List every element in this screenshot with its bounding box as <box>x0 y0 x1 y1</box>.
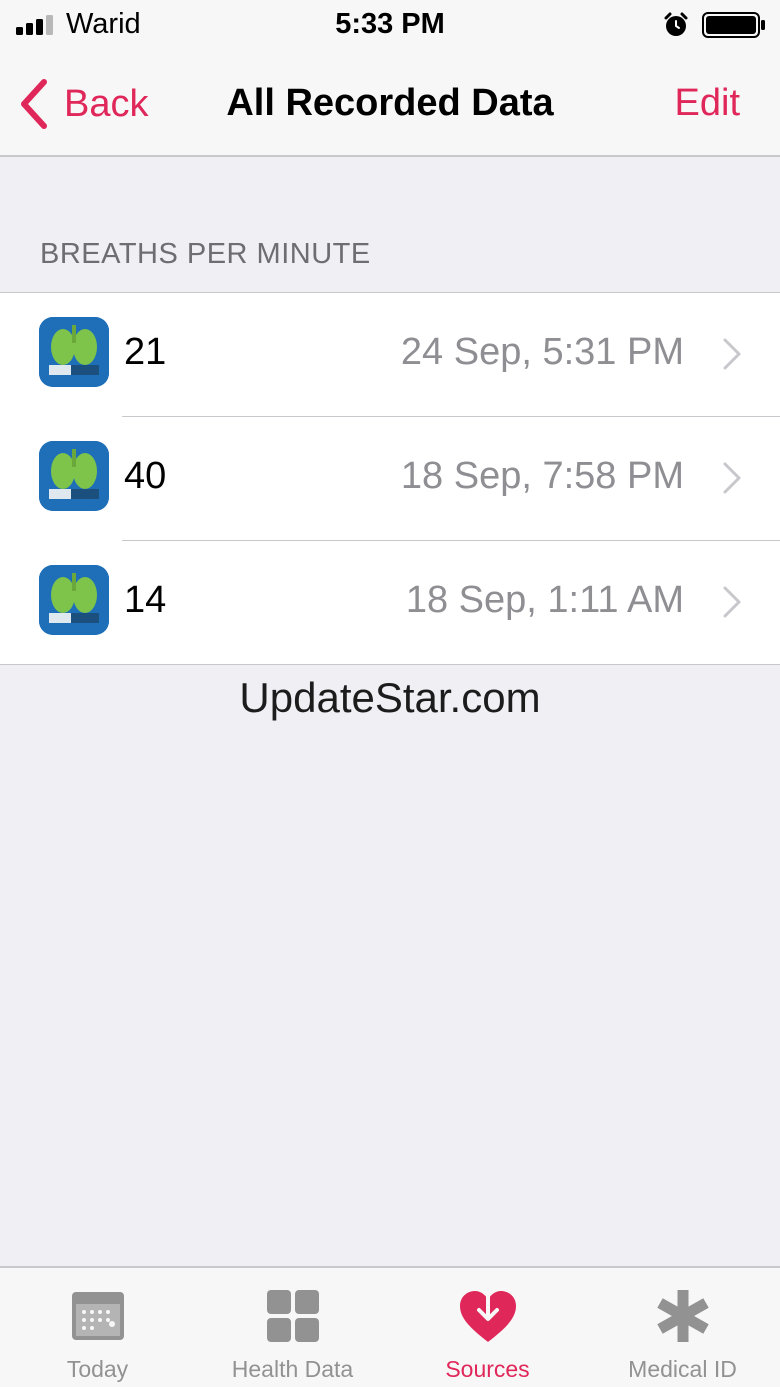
records-list: 21 24 Sep, 5:31 PM 40 18 Sep, 7:58 PM 14… <box>0 292 780 665</box>
tab-health-data[interactable]: Health Data <box>195 1268 390 1387</box>
navigation-bar: Back All Recorded Data Edit <box>0 52 780 157</box>
tab-sources[interactable]: Sources <box>390 1268 585 1387</box>
tab-medical-id[interactable]: Medical ID <box>585 1268 780 1387</box>
section-header: BREATHS PER MINUTE <box>40 238 371 270</box>
tab-label: Health Data <box>231 1356 354 1382</box>
record-date: 24 Sep, 5:31 PM <box>400 331 684 373</box>
watermark: UpdateStar.com <box>239 674 541 721</box>
tab-bar: Today Health Data Sources Medical ID <box>0 1266 780 1387</box>
record-date: 18 Sep, 7:58 PM <box>400 455 684 497</box>
asterisk-icon <box>656 1290 709 1342</box>
alarm-clock-icon <box>664 12 688 36</box>
grid-icon <box>266 1290 319 1342</box>
list-item[interactable]: 40 18 Sep, 7:58 PM <box>0 417 780 541</box>
record-value: 40 <box>124 455 167 497</box>
calendar-icon <box>71 1292 124 1340</box>
page-title: All Recorded Data <box>226 82 554 124</box>
heart-arrow-icon <box>459 1286 516 1342</box>
chevron-right-icon <box>723 462 741 494</box>
tab-today[interactable]: Today <box>0 1268 195 1387</box>
chevron-right-icon <box>723 338 741 370</box>
list-item[interactable]: 21 24 Sep, 5:31 PM <box>0 293 780 417</box>
record-value: 21 <box>124 331 167 373</box>
battery-full-icon <box>702 12 765 38</box>
edit-button[interactable]: Edit <box>675 82 740 125</box>
record-value: 14 <box>124 579 167 621</box>
tab-label: Sources <box>445 1356 530 1382</box>
tab-label: Today <box>66 1356 129 1382</box>
breath-app-icon <box>39 317 109 387</box>
tab-label: Medical ID <box>628 1356 737 1382</box>
screen: Warid 5:33 PM Back All Recorded Data Edi… <box>0 0 780 1387</box>
record-date: 18 Sep, 1:11 AM <box>405 579 684 621</box>
breath-app-icon <box>39 441 109 511</box>
status-bar: Warid 5:33 PM <box>0 0 780 52</box>
breath-app-icon <box>39 565 109 635</box>
list-item[interactable]: 14 18 Sep, 1:11 AM <box>0 541 780 665</box>
chevron-right-icon <box>723 586 741 618</box>
